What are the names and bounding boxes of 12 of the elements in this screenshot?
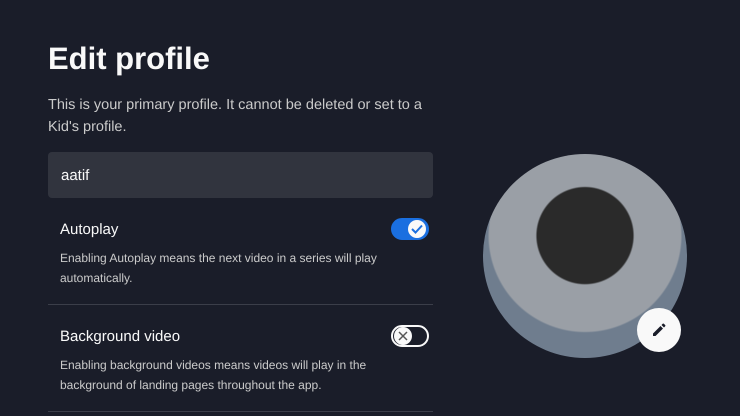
pencil-icon <box>651 322 667 338</box>
edit-avatar-button[interactable] <box>637 308 681 352</box>
profile-name-field[interactable]: aatif <box>48 152 433 198</box>
check-icon <box>411 224 423 234</box>
x-icon <box>398 331 408 341</box>
setting-description: Enabling background videos means videos will play in the background of landing pages throughout the app. <box>60 357 368 394</box>
setting-label: Autoplay <box>60 220 118 238</box>
toggle-switch[interactable] <box>391 218 429 240</box>
page-subtitle: This is your primary profile. It cannot be deleted or set to a Kid's profile. <box>48 96 423 137</box>
setting-label: Background video <box>60 328 180 344</box>
setting-description: Enabling Autoplay means the next video in a series will play automatically. <box>60 250 378 287</box>
page-title: Edit profile <box>48 40 211 78</box>
